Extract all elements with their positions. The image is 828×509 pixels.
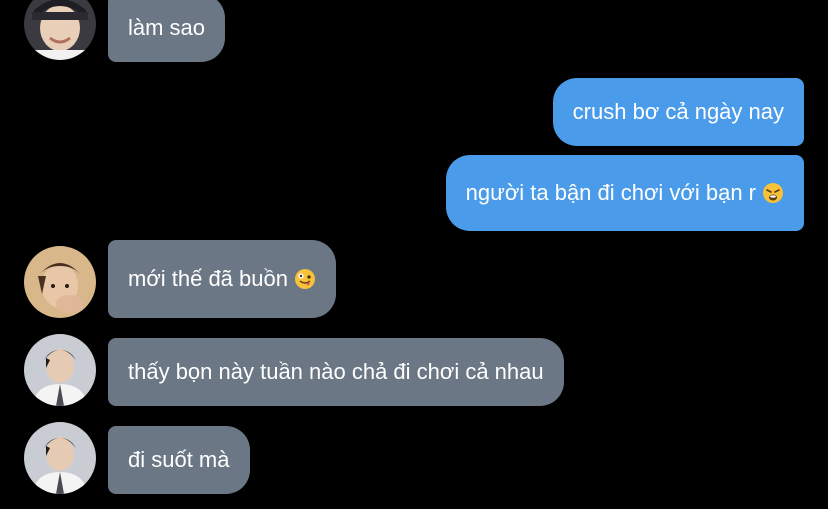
message-text: mới thế đã buồn xyxy=(128,266,288,291)
avatar-hand-face-icon xyxy=(24,246,96,318)
message-bubble-incoming[interactable]: làm sao xyxy=(108,0,226,62)
sender-avatar[interactable] xyxy=(24,422,96,494)
message-bubble-incoming[interactable]: thấy bọn này tuần nào chả đi chơi cả nha… xyxy=(108,338,564,406)
message-text: thấy bọn này tuần nào chả đi chơi cả nha… xyxy=(128,359,544,384)
sender-avatar[interactable] xyxy=(24,334,96,406)
message-text: đi suốt mà xyxy=(128,447,230,472)
message-text: người ta bận đi chơi với bạn r xyxy=(465,180,756,205)
sender-avatar[interactable] xyxy=(24,246,96,318)
message-bubble-outgoing[interactable]: crush bơ cả ngày nay xyxy=(552,78,804,146)
message-bubble-outgoing[interactable]: người ta bận đi chơi với bạn r xyxy=(445,155,804,231)
message-bubble-incoming[interactable]: đi suốt mà xyxy=(108,426,250,494)
message-bubble-incoming[interactable]: mới thế đã buồn xyxy=(108,240,336,318)
avatar-white-shirt-icon xyxy=(24,334,96,406)
sender-avatar[interactable] xyxy=(24,0,96,60)
zany-face-emoji-icon xyxy=(294,268,316,290)
weary-face-emoji-icon xyxy=(762,182,784,204)
avatar-dark-cap-icon xyxy=(24,0,96,60)
message-text: làm sao xyxy=(128,15,206,40)
avatar-white-shirt-icon xyxy=(24,422,96,494)
message-text: crush bơ cả ngày nay xyxy=(572,99,784,124)
